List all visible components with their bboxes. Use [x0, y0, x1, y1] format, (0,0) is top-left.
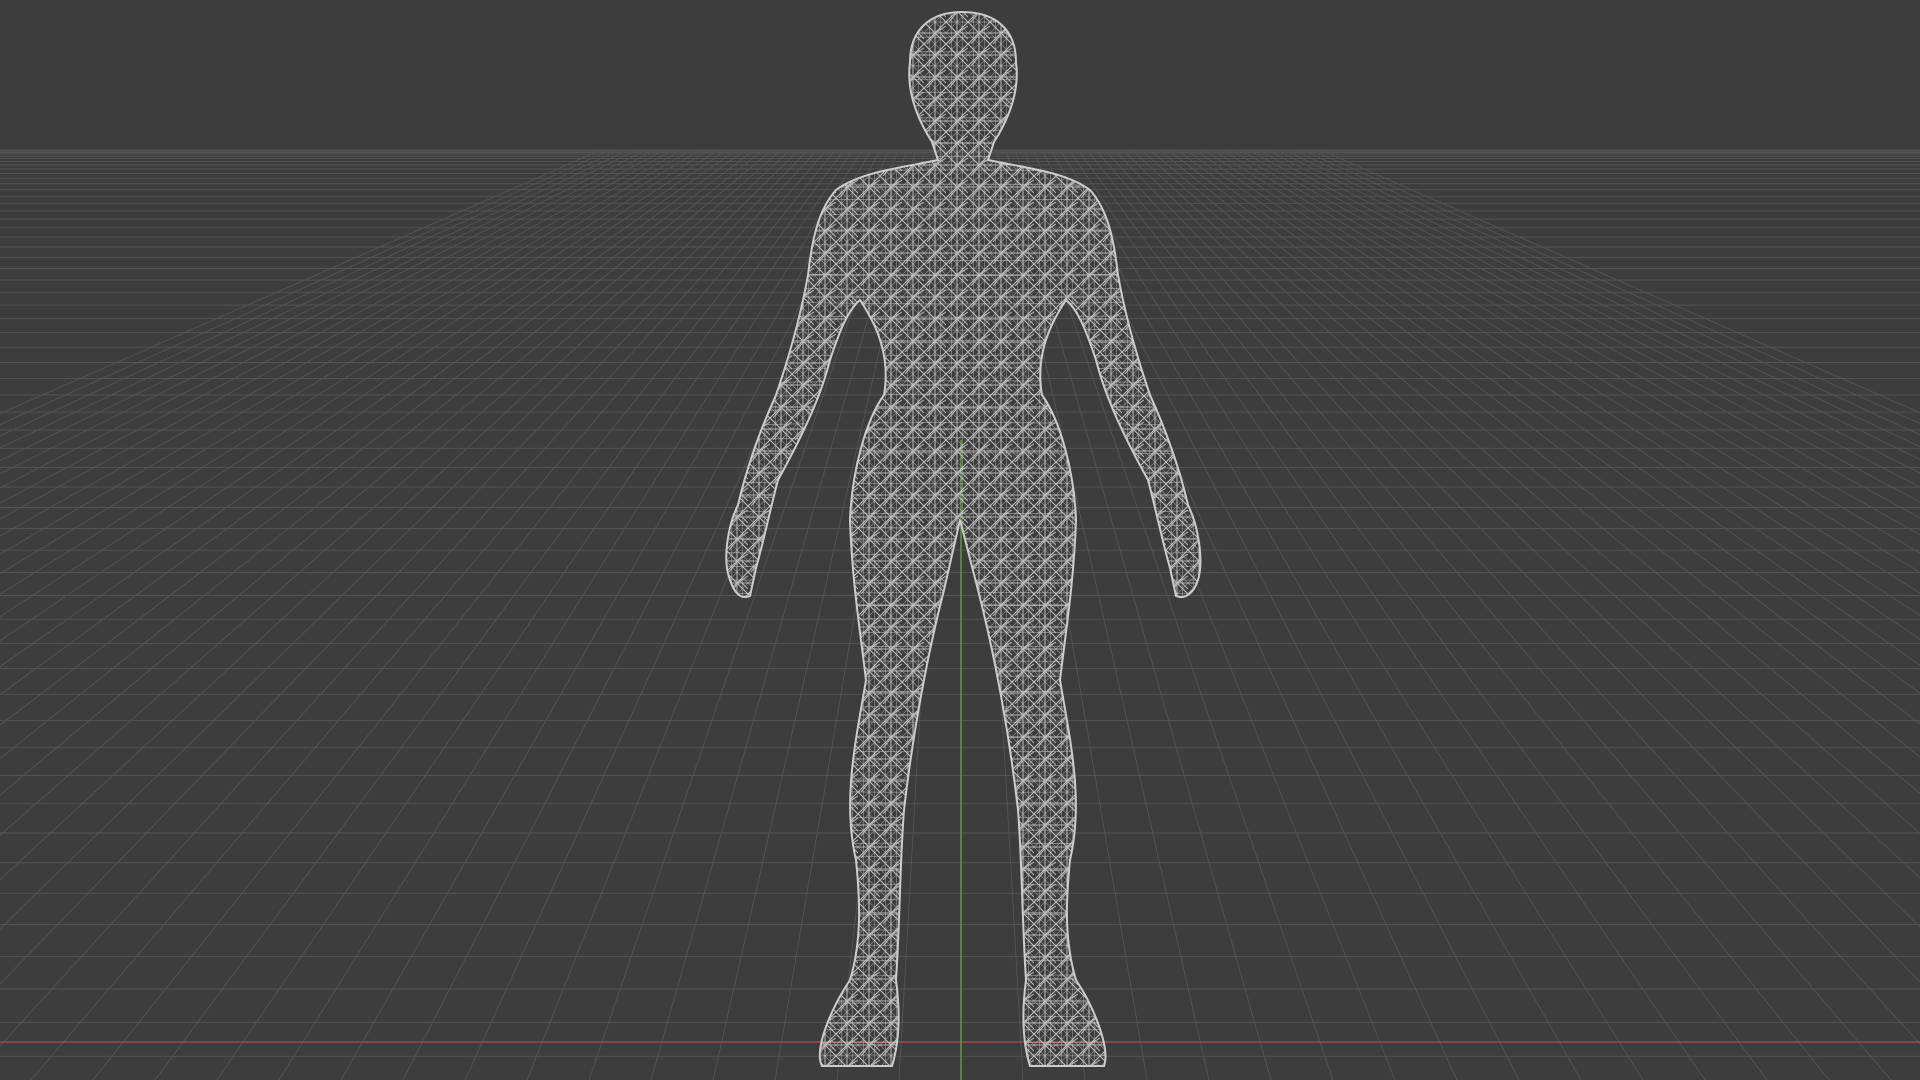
grid-line: [0, 149, 647, 475]
grid-line: [216, 149, 854, 1080]
grid-line: [1320, 149, 1920, 414]
grid-line: [1212, 149, 1920, 594]
grid-line: [1050, 149, 1582, 1080]
grid-line: [0, 149, 692, 555]
grid-line: [0, 149, 638, 461]
grid-line: [0, 149, 611, 425]
grid-line: [0, 149, 674, 520]
3d-viewport[interactable]: [0, 0, 1920, 1080]
grid-line: [1239, 149, 1920, 536]
grid-line: [1248, 149, 1920, 519]
mesh-edge: [726, 957, 1201, 962]
grid-line: [0, 149, 665, 504]
grid-line: [1095, 149, 1892, 1080]
mesh-edge: [726, 789, 1201, 793]
mesh-edge: [726, 869, 1201, 875]
mesh-edge: [726, 855, 1201, 861]
grid-line: [1140, 149, 1920, 835]
grid-line: [0, 149, 620, 437]
mesh-edge: [726, 999, 1201, 1005]
grid-line: [0, 149, 791, 881]
grid-line: [0, 149, 746, 696]
mesh-edge: [726, 971, 1201, 977]
grid-line: [1104, 149, 1920, 1045]
grid-line: [0, 149, 800, 930]
grid-line: [1266, 149, 1920, 488]
grid-line: [0, 149, 683, 537]
viewport-canvas[interactable]: [0, 0, 1920, 1080]
mesh-edge: [726, 898, 1201, 903]
grid-line: [30, 149, 827, 1080]
grid-line: [1113, 149, 1920, 983]
grid-line: [0, 149, 719, 618]
mesh-edge: [726, 943, 1201, 946]
grid-line: [0, 149, 764, 760]
mesh-edge: [726, 829, 1201, 833]
grid-line: [1158, 149, 1920, 758]
mesh-edge: [726, 733, 1201, 738]
grid-line: [0, 149, 818, 1047]
grid-line: [1122, 149, 1920, 928]
grid-line: [0, 149, 656, 489]
mesh-edge: [726, 1013, 1201, 1018]
mesh-edge: [726, 775, 1201, 780]
mesh-edge: [726, 842, 1201, 847]
mesh-edge: [726, 675, 1201, 679]
mesh-edge: [726, 1027, 1201, 1031]
grid-line: [92, 149, 836, 1080]
mesh-edge: [726, 691, 1201, 693]
grid-line: [340, 149, 872, 1080]
mesh-edge: [726, 537, 1201, 543]
grid-line: [1131, 149, 1920, 879]
grid-line: [1302, 149, 1920, 436]
grid-line: [0, 149, 809, 985]
mesh-edge: [726, 660, 1201, 665]
mesh-edge: [726, 645, 1201, 651]
mesh-edge: [726, 565, 1201, 568]
mesh-edge: [726, 914, 1201, 917]
grid-line: [0, 149, 782, 836]
grid-line: [0, 149, 629, 449]
grid-line: [0, 149, 755, 726]
grid-line: [1077, 149, 1768, 1080]
mesh-edge: [726, 747, 1201, 753]
grid-line: [1086, 149, 1830, 1080]
mesh-edge: [726, 592, 1201, 595]
grid-line: [1176, 149, 1920, 694]
mesh-edge: [726, 705, 1201, 708]
grid-line: [1311, 149, 1920, 425]
grid-line: [1284, 149, 1920, 461]
grid-line: [0, 149, 710, 595]
mesh-edge: [726, 604, 1201, 609]
mesh-edge: [726, 883, 1201, 889]
mesh-edge: [726, 1054, 1201, 1057]
grid-line: [154, 149, 845, 1080]
grid-line: [1194, 149, 1920, 640]
grid-line: [1275, 149, 1920, 474]
grid-line: [1068, 149, 1706, 1080]
grid-line: [1185, 149, 1920, 666]
mesh-edge: [726, 551, 1201, 556]
mesh-edge: [726, 761, 1201, 767]
